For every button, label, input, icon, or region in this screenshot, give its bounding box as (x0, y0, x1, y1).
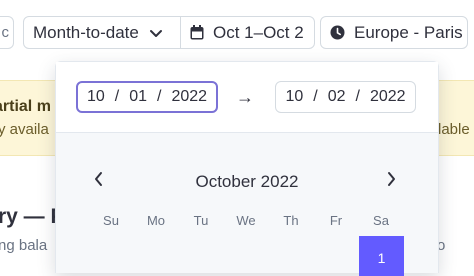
timezone-label: Europe - Paris (354, 22, 463, 42)
arrow-right-icon: → (236, 87, 254, 107)
banner-title: artial m (0, 98, 51, 115)
date-picker-popover: 10 / 01 / 2022 → 10 / 02 / 2022 October … (55, 61, 439, 276)
chevron-down-icon (149, 26, 163, 40)
calendar-month-label: October 2022 (195, 172, 299, 191)
weekday-label: Tu (193, 213, 209, 228)
date-range-button[interactable]: Oct 1–Oct 2 (180, 17, 314, 48)
cut-off-filter-label: c (1, 24, 10, 41)
end-month[interactable]: 10 (285, 88, 303, 106)
chevron-right-icon[interactable] (385, 171, 397, 192)
date-inputs-row: 10 / 01 / 2022 → 10 / 02 / 2022 (56, 62, 438, 133)
weekday-label: Su (103, 213, 119, 228)
weekday-label: We (236, 213, 256, 228)
start-year[interactable]: 2022 (171, 88, 207, 106)
date-separator: / (313, 88, 318, 105)
calendar: October 2022 Su Mo Tu We Th Fr Sa 1 (56, 133, 438, 276)
date-separator: / (355, 88, 360, 105)
weekday-label: Th (283, 213, 299, 228)
date-separator: / (157, 88, 162, 105)
end-year[interactable]: 2022 (370, 88, 406, 106)
range-preset-label: Month-to-date (33, 22, 139, 42)
start-day[interactable]: 01 (129, 88, 147, 106)
start-date-input[interactable]: 10 / 01 / 2022 (76, 81, 218, 113)
end-day[interactable]: 02 (328, 88, 346, 106)
calendar-day-selected[interactable]: 1 (359, 236, 404, 276)
weekday-label: Mo (146, 213, 166, 228)
end-date-input[interactable]: 10 / 02 / 2022 (275, 81, 416, 113)
start-month[interactable]: 10 (87, 88, 105, 106)
weekday-label: Fr (329, 213, 343, 228)
cut-off-filter-button[interactable]: c (0, 16, 14, 49)
date-range-label: Oct 1–Oct 2 (213, 22, 304, 42)
section-description: ng bala (0, 237, 48, 254)
banner-text-right: lable (438, 121, 470, 138)
date-range-filter: Month-to-date Oct 1–Oct 2 (23, 16, 315, 49)
weekday-label: Sa (373, 213, 389, 228)
filter-toolbar: c Month-to-date Oct 1–Oct 2 Europe - Par… (0, 0, 474, 62)
clock-icon (330, 25, 345, 40)
timezone-button[interactable]: Europe - Paris (320, 16, 468, 49)
date-separator: / (114, 88, 120, 105)
calendar-icon (190, 25, 204, 40)
banner-text: y availa (0, 121, 49, 138)
range-preset-dropdown[interactable]: Month-to-date (24, 17, 180, 48)
